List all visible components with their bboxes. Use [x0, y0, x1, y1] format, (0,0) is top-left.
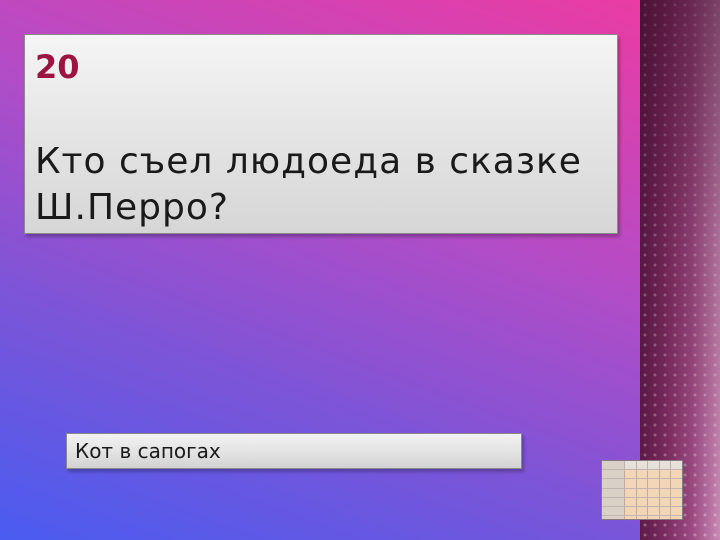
- decorative-side-strip: [640, 0, 720, 540]
- answer-box[interactable]: Кот в сапогах: [66, 433, 522, 469]
- question-text: Кто съел людоеда в сказке Ш.Перро?: [35, 139, 607, 231]
- strip-shading: [640, 0, 720, 540]
- question-line-2: Ш.Перро?: [35, 187, 229, 228]
- game-board-thumbnail-icon[interactable]: [601, 460, 683, 520]
- question-points: 20: [35, 48, 80, 86]
- question-line-1: Кто съел людоеда в сказке: [35, 141, 582, 182]
- question-card: 20 Кто съел людоеда в сказке Ш.Перро?: [24, 34, 618, 234]
